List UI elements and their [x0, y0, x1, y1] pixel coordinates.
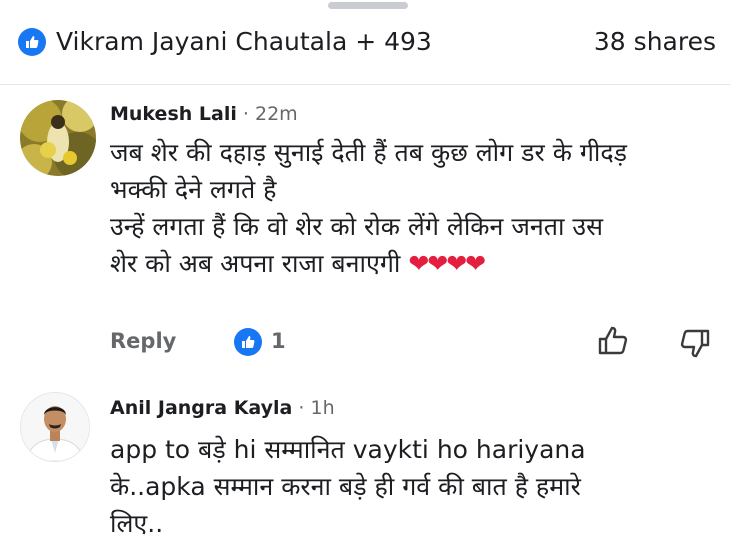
comment-body: जब शेर की दहाड़ सुनाई देती हैं तब कुछ लो…	[110, 134, 627, 282]
comment-line: शेर को अब अपना राजा बनाएगी ❤❤❤❤	[110, 245, 627, 282]
comment-time[interactable]: 1h	[311, 397, 335, 419]
thumb-down-icon[interactable]	[678, 326, 712, 364]
reactions-summary-bar: Vikram Jayani Chautala + 493 38 shares	[0, 20, 730, 66]
like-icon	[18, 28, 46, 56]
meta-separator: ·	[242, 103, 249, 125]
comment-line: भक्की देने लगते है	[110, 175, 277, 204]
comment-line: लिए..	[110, 509, 164, 538]
comment-line: उन्हें लगता हैं कि वो शेर को रोक लेंगे ल…	[110, 212, 604, 241]
comment-author[interactable]: Anil Jangra Kayla	[110, 397, 292, 419]
like-icon[interactable]	[234, 328, 262, 356]
comment-time[interactable]: 22m	[255, 103, 298, 125]
heart-emojis: ❤❤❤❤	[408, 249, 486, 278]
comment-line: के..apka सम्मान करना बड़े ही गर्व की बात…	[110, 472, 581, 501]
comment-header: Mukesh Lali · 22m	[110, 103, 298, 125]
thumb-up-icon[interactable]	[596, 324, 630, 362]
comment-line: app to बड़े hi सम्मानित vaykti ho hariya…	[110, 435, 586, 464]
avatar[interactable]	[20, 392, 90, 462]
header-divider	[0, 84, 730, 85]
reaction-count[interactable]: 1	[271, 329, 286, 353]
reply-button[interactable]: Reply	[110, 329, 176, 353]
avatar[interactable]	[20, 100, 96, 176]
comment-line: जब शेर की दहाड़ सुनाई देती हैं तब कुछ लो…	[110, 138, 628, 167]
meta-separator: ·	[298, 397, 305, 419]
comment-author[interactable]: Mukesh Lali	[110, 103, 237, 125]
comment-body: app to बड़े hi सम्मानित vaykti ho hariya…	[110, 431, 586, 542]
comment-header: Anil Jangra Kayla · 1h	[110, 397, 335, 419]
sheet-drag-handle[interactable]	[328, 2, 408, 9]
comment-line-text: शेर को अब अपना राजा बनाएगी	[110, 249, 401, 278]
comment-actions: Reply 1	[110, 326, 720, 360]
reactors-summary[interactable]: Vikram Jayani Chautala + 493	[56, 27, 432, 56]
shares-count[interactable]: 38 shares	[594, 27, 716, 56]
